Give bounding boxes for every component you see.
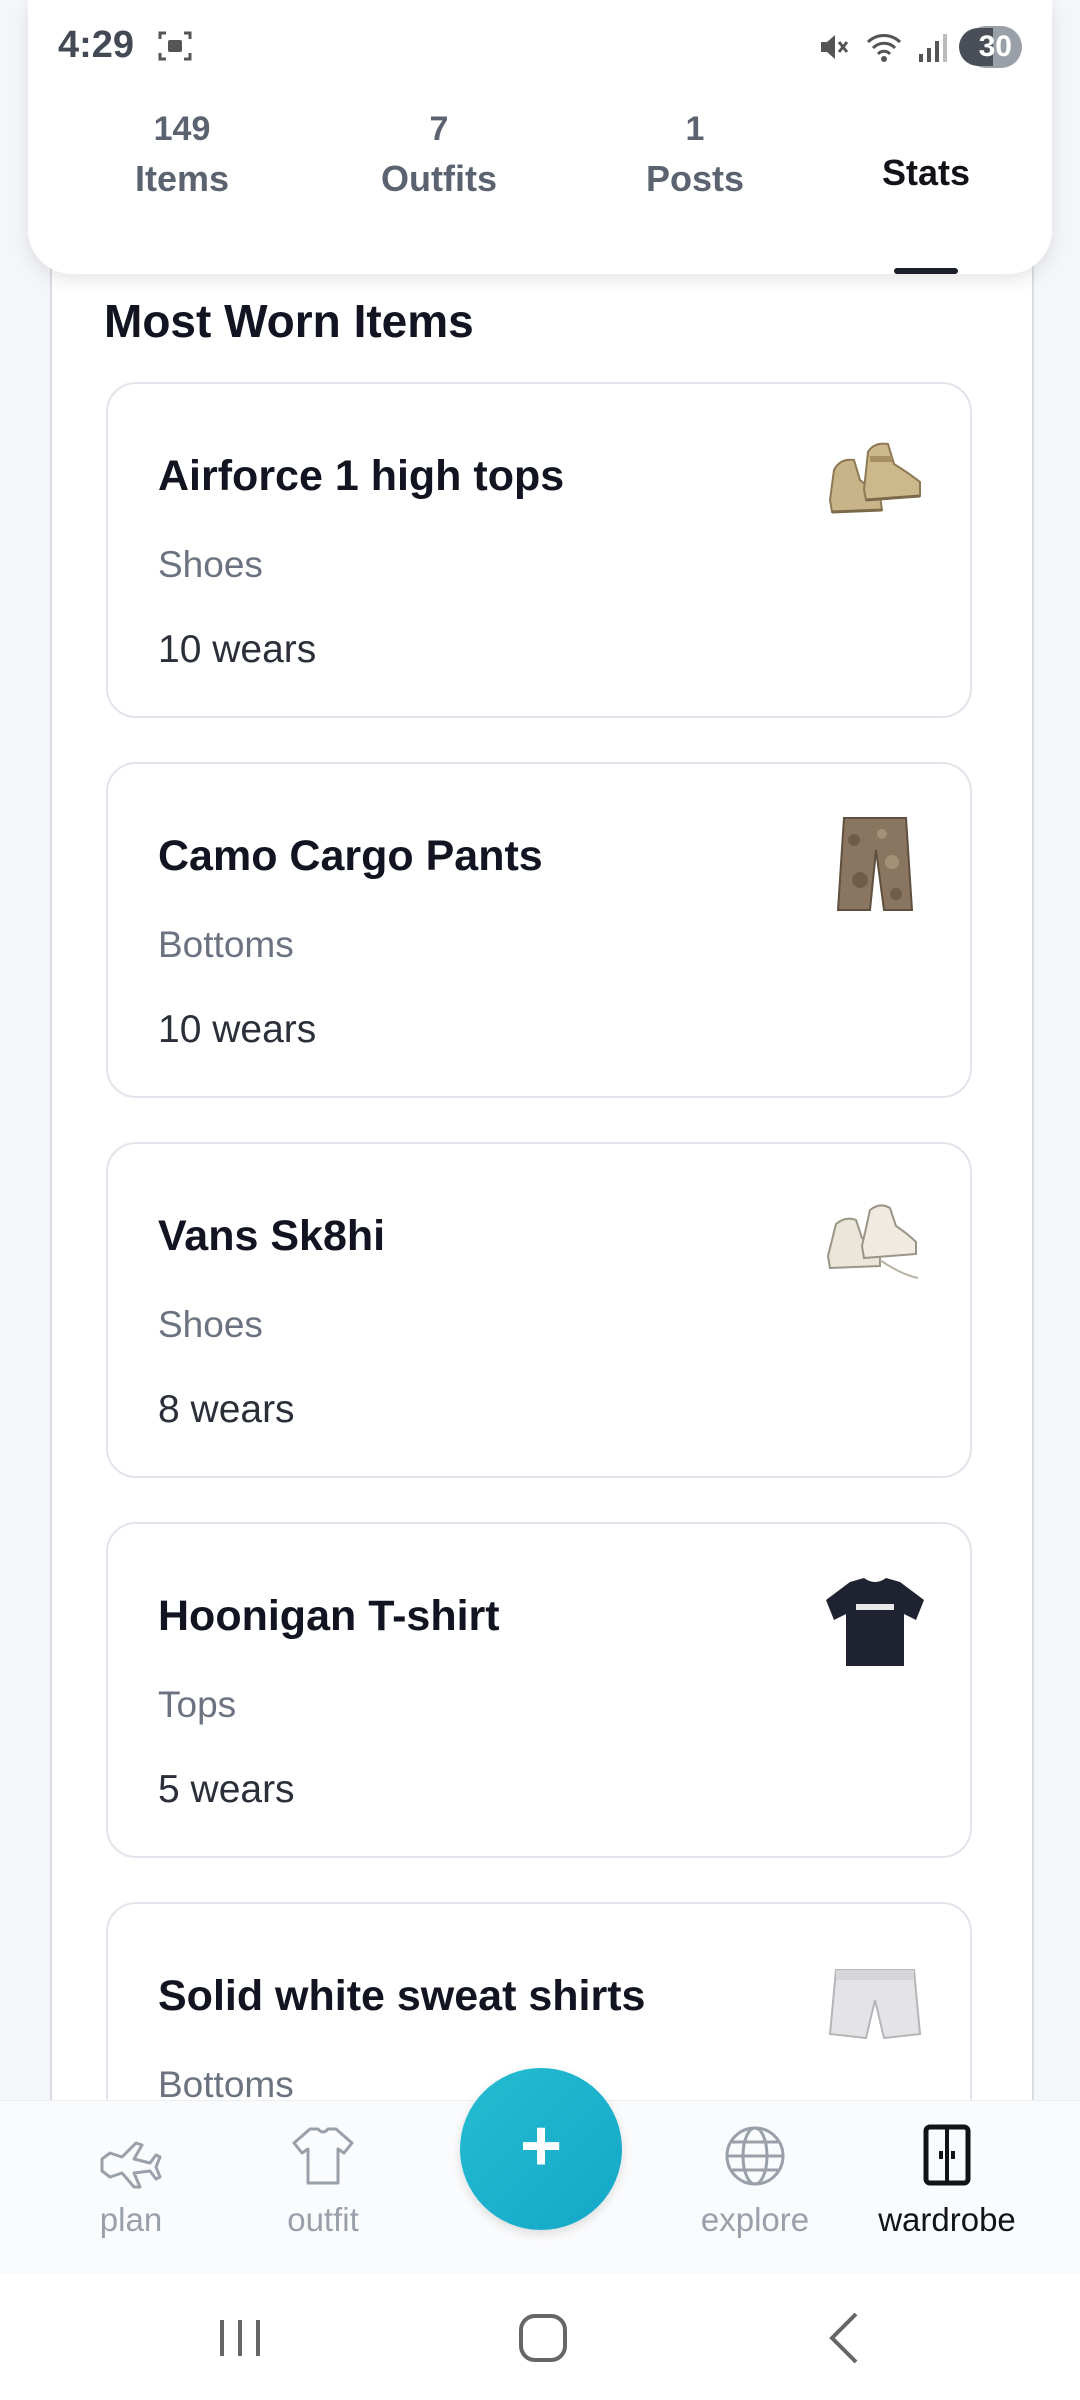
status-icons: 30 [817,26,1022,68]
tab-stats[interactable]: Stats [836,110,1016,194]
tab-stats-label: Stats [881,152,971,193]
nav-plan-label: plan [99,2201,163,2238]
battery-indicator: 30 [958,26,1022,68]
tab-outfits-label: Outfits [381,158,497,199]
item-name: Solid white sweat shirts [158,1972,646,2020]
item-wears: 10 wears [158,628,317,671]
globe-icon [725,2126,785,2186]
section-title: Most Worn Items [104,295,474,347]
nav-wardrobe[interactable]: wardrobe [867,2121,1027,2239]
item-category: Bottoms [158,924,294,965]
wardrobe-icon [923,2124,971,2186]
item-card[interactable]: Hoonigan T-shirt Tops 5 wears [106,1522,972,1858]
home-icon[interactable] [503,2298,583,2378]
item-category: Shoes [158,1304,263,1345]
item-wears: 10 wears [158,1008,317,1051]
nav-wardrobe-label: wardrobe [878,2201,1016,2238]
tab-outfits[interactable]: 7 Outfits [349,110,529,200]
item-wears: 5 wears [158,1768,295,1811]
tab-posts-label: Posts [645,158,745,199]
nav-outfit-label: outfit [287,2201,359,2238]
recent-apps-icon[interactable] [200,2298,280,2378]
items-count: 149 [153,110,211,148]
sneaker-icon [826,1204,919,1279]
airplane-icon [100,2141,162,2189]
item-name: Camo Cargo Pants [158,832,543,880]
item-card[interactable]: Airforce 1 high tops Shoes 10 wears [106,382,972,718]
active-tab-indicator [894,268,958,274]
item-wears: 8 wears [158,1388,295,1431]
item-name: Hoonigan T-shirt [158,1592,500,1640]
shorts-icon [828,1969,922,2040]
nav-explore[interactable]: explore [675,2121,835,2239]
tab-posts[interactable]: 1 Posts [605,110,785,200]
item-category: Tops [158,1684,237,1725]
mute-icon [820,35,848,59]
pants-icon [836,817,914,911]
tshirt-icon [826,1578,924,1666]
item-name: Vans Sk8hi [158,1212,386,1260]
header-card: 4:29 30 149 Items 7 Outfits 1 Posts Stat… [28,0,1052,274]
item-card[interactable]: Vans Sk8hi Shoes 8 wears [106,1142,972,1478]
item-card[interactable]: Camo Cargo Pants Bottoms 10 wears [106,762,972,1098]
shirt-icon [292,2127,354,2185]
posts-count: 1 [685,110,705,148]
item-name: Airforce 1 high tops [158,452,565,500]
item-category: Shoes [158,544,263,585]
profile-tabs: 149 Items 7 Outfits 1 Posts Stats [28,110,1052,274]
add-button[interactable]: + [460,2068,622,2230]
system-nav-bar [0,2274,1080,2400]
signal-icon [918,34,947,62]
nav-outfit[interactable]: outfit [243,2121,403,2239]
outfits-count: 7 [429,110,449,148]
tab-items-label: Items [134,158,230,199]
tab-items[interactable]: 149 Items [92,110,272,200]
status-time: 4:29 [58,24,135,66]
screenshot-icon [158,31,192,61]
sneaker-icon [828,442,921,514]
wifi-icon [866,34,901,62]
nav-plan[interactable]: plan [51,2121,211,2239]
back-icon[interactable] [806,2298,886,2378]
nav-explore-label: explore [700,2201,810,2238]
